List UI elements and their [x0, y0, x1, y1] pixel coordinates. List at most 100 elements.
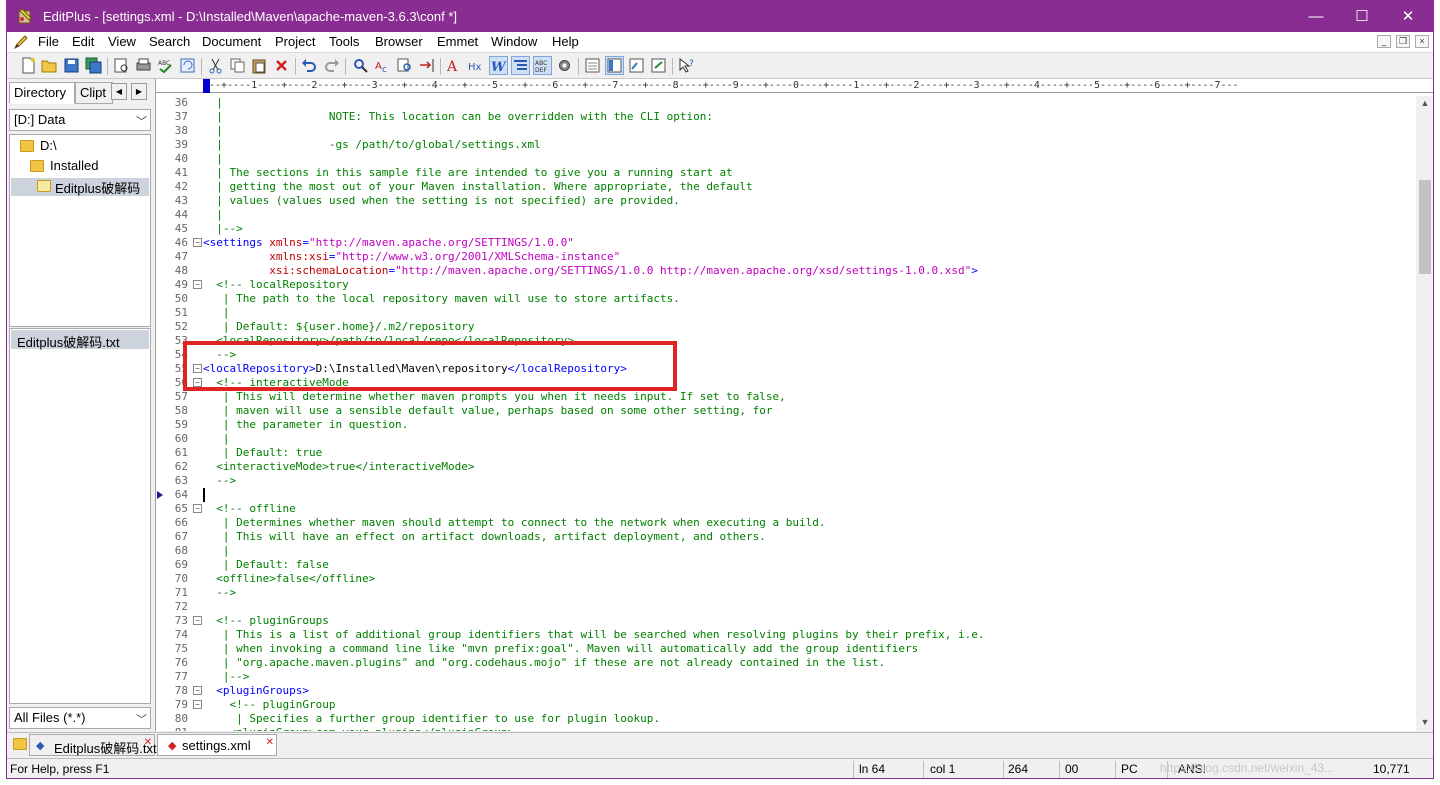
spellcheck-icon[interactable]: ABC [157, 57, 174, 74]
fold-toggle-icon[interactable]: − [193, 686, 202, 695]
menu-help[interactable]: Help [552, 34, 579, 49]
code-line[interactable]: xsi:schemaLocation="http://maven.apache.… [203, 264, 978, 278]
output-window-icon[interactable] [628, 57, 645, 74]
code-line[interactable]: | [203, 208, 223, 222]
find-in-files-icon[interactable] [396, 57, 413, 74]
menu-browser[interactable]: Browser [375, 34, 423, 49]
code-line[interactable]: --> [203, 474, 236, 488]
print-icon[interactable] [135, 57, 152, 74]
code-line[interactable]: <!-- pluginGroups [203, 614, 329, 628]
code-line[interactable]: | values (values used when the setting i… [203, 194, 680, 208]
fold-toggle-icon[interactable]: − [193, 280, 202, 289]
code-line[interactable]: | when invoking a command line like "mvn… [203, 642, 918, 656]
code-line[interactable]: <!-- offline [203, 502, 295, 516]
scroll-up-icon[interactable]: ▲ [1419, 98, 1431, 110]
code-line[interactable]: | the parameter in question. [203, 418, 408, 432]
cliptext-window-icon[interactable] [650, 57, 667, 74]
code-line[interactable]: <pluginGroups> [203, 684, 309, 698]
settings-gear-icon[interactable] [556, 57, 573, 74]
tab-scroll-left-icon[interactable]: ◀ [111, 83, 127, 100]
menu-document[interactable]: Document [202, 34, 261, 49]
delete-icon[interactable] [273, 57, 290, 74]
scroll-down-icon[interactable]: ▼ [1419, 717, 1431, 729]
find-icon[interactable] [352, 57, 369, 74]
menu-window[interactable]: Window [491, 34, 537, 49]
code-line[interactable]: | [203, 306, 230, 320]
word-wrap-icon[interactable]: W [489, 56, 508, 75]
tab-close-icon[interactable]: ✕ [266, 737, 274, 748]
tree-node-installed[interactable]: Installed [28, 158, 138, 176]
column-selection-icon[interactable]: ABCDEF [533, 56, 552, 75]
code-line[interactable]: | [203, 124, 223, 138]
minimize-button[interactable]: — [1293, 1, 1339, 32]
new-file-icon[interactable] [20, 57, 37, 74]
scrollbar-thumb[interactable] [1419, 180, 1431, 274]
code-line[interactable]: | Specifies a further group identifier t… [203, 712, 660, 726]
code-line[interactable]: | Determines whether maven should attemp… [203, 516, 826, 530]
doc-tab-editplus-txt[interactable]: ◆ Editplus破解码.txt ✕ [29, 734, 157, 756]
code-line[interactable]: | "org.apache.maven.plugins" and "org.co… [203, 656, 885, 670]
font-icon[interactable]: A [446, 57, 463, 74]
code-line[interactable]: | Default: false [203, 558, 329, 572]
code-line[interactable]: | This will have an effect on artifact d… [203, 530, 766, 544]
view-icon[interactable] [584, 57, 601, 74]
file-filter-selector[interactable]: All Files (*.*) ﹀ [9, 707, 151, 729]
code-line[interactable]: <!-- pluginGroup [203, 698, 335, 712]
cut-icon[interactable] [207, 57, 224, 74]
mdi-minimize-button[interactable]: _ [1377, 35, 1391, 48]
drive-selector[interactable]: [D:] Data ﹀ [9, 109, 151, 131]
tab-close-icon[interactable]: ✕ [144, 737, 152, 748]
doc-tab-settings-xml[interactable]: ◆ settings.xml ✕ [157, 734, 277, 756]
save-all-icon[interactable] [85, 57, 102, 74]
code-line[interactable]: <interactiveMode>true</interactiveMode> [203, 460, 474, 474]
code-line[interactable]: | -gs /path/to/global/settings.xml [203, 138, 541, 152]
goto-line-icon[interactable] [418, 57, 435, 74]
code-line[interactable]: | [203, 432, 230, 446]
line-number-icon[interactable] [511, 56, 530, 75]
code-line[interactable]: | Default: ${user.home}/.m2/repository [203, 320, 475, 334]
menu-search[interactable]: Search [149, 34, 190, 49]
mdi-restore-button[interactable]: ❐ [1396, 35, 1410, 48]
replace-icon[interactable]: Ac [374, 57, 391, 74]
editor-pane[interactable]: ---+----1----+----2----+----3----+----4-… [155, 79, 1433, 731]
menu-file[interactable]: File [38, 34, 59, 49]
code-line[interactable]: |--> [203, 670, 250, 684]
context-help-icon[interactable]: ? [678, 57, 695, 74]
code-line[interactable]: | This is a list of additional group ide… [203, 628, 985, 642]
code-line[interactable]: | maven will use a sensible default valu… [203, 404, 773, 418]
code-area[interactable]: 36 | 37 | NOTE: This location can be over… [156, 96, 1416, 731]
fold-toggle-icon[interactable]: − [193, 238, 202, 247]
fold-toggle-icon[interactable]: − [193, 700, 202, 709]
fold-toggle-icon[interactable]: − [193, 504, 202, 513]
code-line[interactable]: | Default: true [203, 446, 322, 460]
code-line[interactable]: | The path to the local repository maven… [203, 292, 680, 306]
paste-icon[interactable] [251, 57, 268, 74]
fold-toggle-icon[interactable]: − [193, 616, 202, 625]
file-list-item[interactable]: Editplus破解码.txt [11, 330, 149, 350]
menu-view[interactable]: View [108, 34, 136, 49]
code-line[interactable]: | This will determine whether maven prom… [203, 390, 786, 404]
code-line[interactable]: | [203, 152, 223, 166]
open-file-icon[interactable] [41, 57, 58, 74]
code-line[interactable]: --> [203, 586, 236, 600]
save-icon[interactable] [63, 57, 80, 74]
mdi-close-button[interactable]: × [1415, 35, 1429, 48]
code-line[interactable]: <pluginGroup>com.your.plugins</pluginGro… [203, 726, 514, 731]
maximize-button[interactable]: ☐ [1339, 1, 1385, 32]
code-line[interactable]: |--> [203, 222, 243, 236]
tab-scroll-right-icon[interactable]: ▶ [131, 83, 147, 100]
tab-directory[interactable]: Directory [9, 82, 75, 104]
undo-icon[interactable] [301, 57, 318, 74]
close-button[interactable]: ✕ [1385, 1, 1431, 32]
tree-node-editplus[interactable]: Editplus破解码 [11, 178, 149, 196]
tree-node-drive[interactable]: D:\ [18, 138, 138, 156]
directory-window-icon[interactable] [605, 56, 624, 75]
code-line[interactable]: | getting the most out of your Maven ins… [203, 180, 752, 194]
refresh-icon[interactable] [179, 57, 196, 74]
vertical-scrollbar[interactable]: ▲ ▼ [1416, 96, 1433, 731]
code-line[interactable]: xmlns:xsi="http://www.w3.org/2001/XMLSch… [203, 250, 620, 264]
print-preview-icon[interactable] [113, 57, 130, 74]
code-line[interactable]: | NOTE: This location can be overridden … [203, 110, 713, 124]
menu-tools[interactable]: Tools [329, 34, 359, 49]
copy-icon[interactable] [229, 57, 246, 74]
